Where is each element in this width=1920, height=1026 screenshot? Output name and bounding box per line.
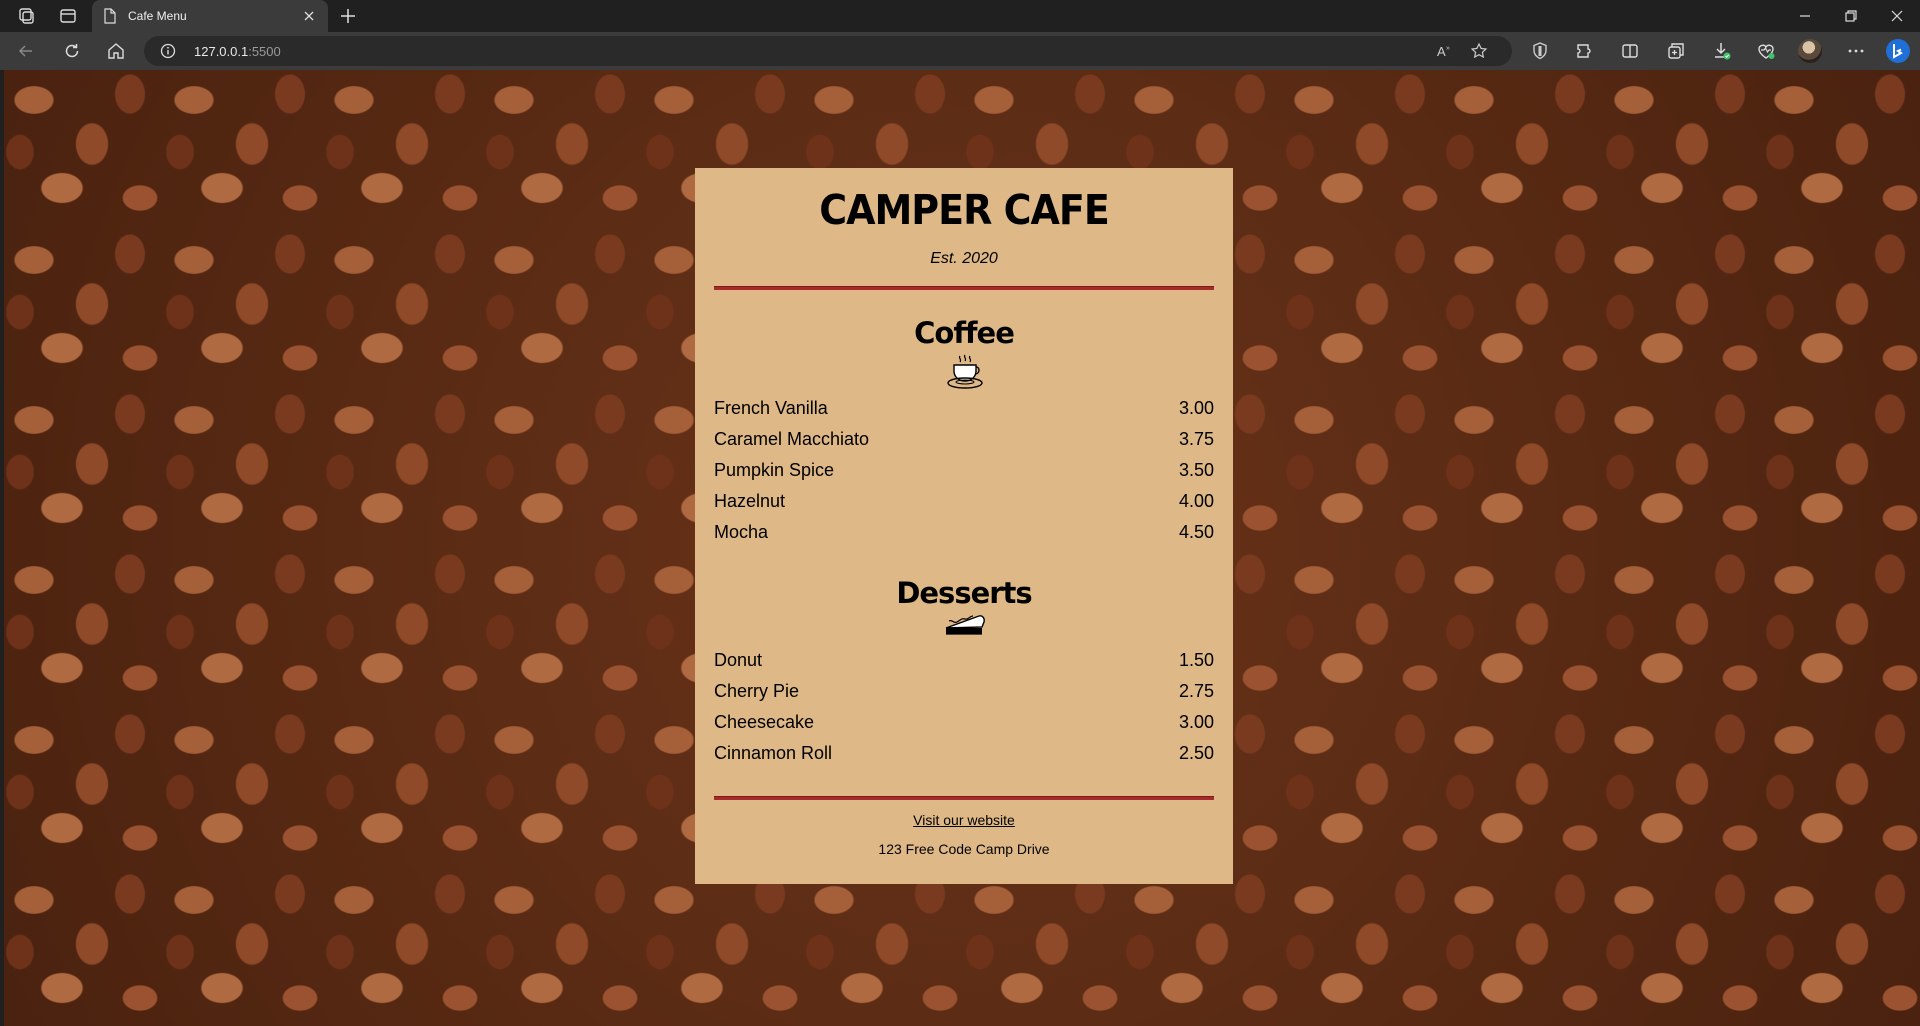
address-bar[interactable]: 127.0.0.1:5500 A » xyxy=(144,36,1512,66)
menu-card: CAMPER CAFE Est. 2020 Coffee French Vani… xyxy=(695,168,1233,884)
shield-icon[interactable] xyxy=(1530,41,1550,61)
item-name: Mocha xyxy=(714,522,769,542)
pie-slice-icon xyxy=(945,615,985,635)
tab-cafe-menu[interactable]: Cafe Menu xyxy=(92,0,328,32)
visit-website-link[interactable]: Visit our website xyxy=(695,812,1233,828)
item-price: 1.50 xyxy=(1178,650,1214,670)
item-price: 3.00 xyxy=(1178,398,1214,418)
restore-icon[interactable] xyxy=(1840,5,1862,27)
workspaces-icon[interactable] xyxy=(16,6,36,26)
tab-title: Cafe Menu xyxy=(128,9,187,23)
home-icon[interactable] xyxy=(106,41,126,61)
site-info-icon[interactable] xyxy=(160,43,176,59)
item-name: Cheesecake xyxy=(714,712,815,732)
item-price: 3.50 xyxy=(1178,460,1214,480)
close-tab-icon[interactable] xyxy=(300,7,318,25)
menu-item: Pumpkin Spice 3.50 xyxy=(714,458,1214,484)
tab-actions-icon[interactable] xyxy=(58,6,78,26)
coffee-cup-icon xyxy=(947,354,983,389)
item-price: 4.50 xyxy=(1178,522,1214,542)
menu-item: Caramel Macchiato 3.75 xyxy=(714,427,1214,453)
menu-item: Mocha 4.50 xyxy=(714,520,1214,546)
item-name: Hazelnut xyxy=(714,491,786,511)
favorite-star-icon[interactable] xyxy=(1470,42,1488,60)
browser-toolbar: 127.0.0.1:5500 A » xyxy=(0,32,1920,70)
svg-text:A: A xyxy=(1437,44,1446,59)
item-name: Pumpkin Spice xyxy=(714,460,835,480)
item-name: Caramel Macchiato xyxy=(714,429,870,449)
top-divider xyxy=(714,286,1214,290)
page-viewport: CAMPER CAFE Est. 2020 Coffee French Vani… xyxy=(4,70,1920,1026)
bottom-divider xyxy=(714,796,1214,800)
bing-copilot-icon[interactable] xyxy=(1885,38,1911,64)
item-name: French Vanilla xyxy=(714,398,828,418)
browser-essentials-icon[interactable] xyxy=(1756,41,1776,61)
collections-icon[interactable] xyxy=(1666,41,1686,61)
item-price: 2.75 xyxy=(1178,681,1214,701)
item-name: Donut xyxy=(714,650,763,670)
read-aloud-icon[interactable]: A » xyxy=(1436,42,1454,60)
item-price: 2.50 xyxy=(1178,743,1214,763)
more-options-icon[interactable] xyxy=(1846,41,1866,61)
menu-item: Cheesecake 3.00 xyxy=(714,710,1214,736)
item-price: 3.00 xyxy=(1178,712,1214,732)
menu-item: Hazelnut 4.00 xyxy=(714,489,1214,515)
item-price: 3.75 xyxy=(1178,429,1214,449)
desserts-heading: Desserts xyxy=(896,576,1032,610)
item-name: Cinnamon Roll xyxy=(714,743,833,763)
back-icon[interactable] xyxy=(16,41,36,61)
item-price: 4.00 xyxy=(1178,491,1214,511)
url-text: 127.0.0.1:5500 xyxy=(194,44,281,59)
cafe-title: CAMPER CAFE xyxy=(819,186,1110,234)
tab-strip: Cafe Menu xyxy=(0,0,1920,32)
page-icon xyxy=(104,8,116,24)
split-screen-icon[interactable] xyxy=(1620,41,1640,61)
extensions-icon[interactable] xyxy=(1574,41,1594,61)
cafe-address: 123 Free Code Camp Drive xyxy=(878,841,1050,857)
menu-item: Cinnamon Roll 2.50 xyxy=(714,741,1214,767)
menu-item: Donut 1.50 xyxy=(714,648,1214,674)
downloads-icon[interactable] xyxy=(1712,41,1732,61)
coffee-heading: Coffee xyxy=(914,316,1015,350)
minimize-icon[interactable] xyxy=(1794,5,1816,27)
menu-item: French Vanilla 3.00 xyxy=(714,396,1214,422)
close-window-icon[interactable] xyxy=(1886,5,1908,27)
svg-text:»: » xyxy=(1446,45,1450,52)
new-tab-icon[interactable] xyxy=(338,6,358,26)
item-name: Cherry Pie xyxy=(714,681,800,701)
established-text: Est. 2020 xyxy=(930,250,998,267)
profile-avatar[interactable] xyxy=(1798,39,1822,63)
menu-item: Cherry Pie 2.75 xyxy=(714,679,1214,705)
refresh-icon[interactable] xyxy=(62,41,82,61)
